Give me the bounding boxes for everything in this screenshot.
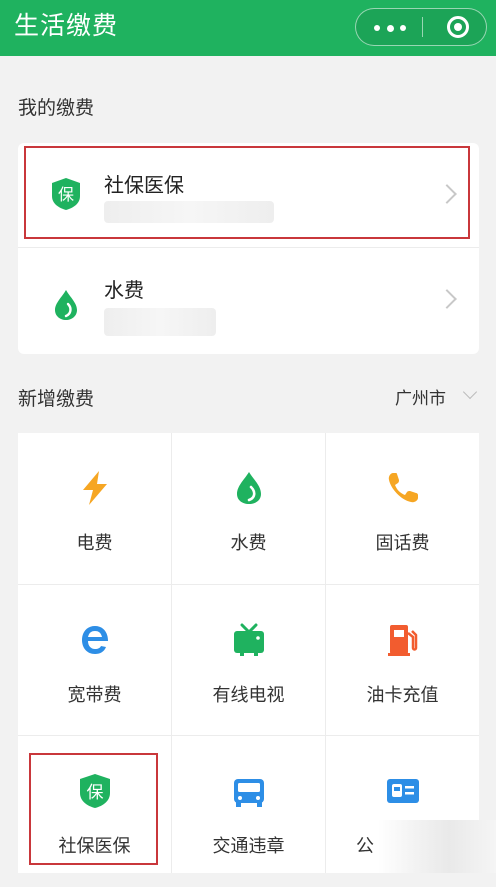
my-payment-item-water[interactable]: 水费 xyxy=(18,248,479,352)
car-icon xyxy=(234,779,264,807)
new-payments-title: 新增缴费 xyxy=(18,388,95,410)
payment-type-label: 电费 xyxy=(76,533,113,554)
page-title: 生活缴费 xyxy=(14,11,119,40)
highlight-box xyxy=(24,146,470,239)
phone-icon xyxy=(388,473,418,503)
capsule-divider xyxy=(422,17,423,37)
city-selector[interactable]: 广州市 xyxy=(395,384,446,409)
payment-type-electricity[interactable]: 电费 xyxy=(18,433,171,584)
broadband-e-icon xyxy=(82,626,108,654)
chevron-right-icon xyxy=(437,289,457,309)
fuel-pump-icon xyxy=(388,625,418,656)
mini-program-capsule xyxy=(355,8,487,46)
mosaic-overlay xyxy=(378,820,496,873)
my-payments-title: 我的缴费 xyxy=(18,97,95,119)
payment-type-label: 有线电视 xyxy=(212,685,285,706)
target-icon[interactable] xyxy=(447,16,469,38)
payment-type-cable-tv[interactable]: 有线电视 xyxy=(172,585,325,736)
payment-type-label: 油卡充值 xyxy=(366,685,439,706)
bus-card-icon xyxy=(387,779,419,803)
chevron-down-icon[interactable] xyxy=(462,384,478,400)
tv-icon xyxy=(234,623,264,656)
payment-type-label: 宽带费 xyxy=(67,685,122,706)
payment-type-fuel-card[interactable]: 油卡充值 xyxy=(326,585,479,736)
payment-type-broadband[interactable]: 宽带费 xyxy=(18,585,171,736)
water-drop-icon xyxy=(55,290,77,320)
lightning-icon xyxy=(83,471,107,505)
payment-type-label: 水费 xyxy=(230,533,267,554)
payment-type-landline[interactable]: 固话费 xyxy=(326,433,479,584)
my-payment-name: 水费 xyxy=(104,278,144,302)
masked-account-number xyxy=(104,308,216,336)
payment-type-water[interactable]: 水费 xyxy=(172,433,325,584)
payment-type-label: 交通违章 xyxy=(212,836,285,857)
title-bar: 生活缴费 xyxy=(0,0,496,56)
payment-type-traffic-violation[interactable]: 交通违章 xyxy=(172,736,325,887)
water-drop-icon xyxy=(237,472,261,504)
highlight-box xyxy=(29,753,158,865)
payment-type-label: 固话费 xyxy=(375,533,430,554)
more-dots-icon[interactable] xyxy=(374,24,406,32)
